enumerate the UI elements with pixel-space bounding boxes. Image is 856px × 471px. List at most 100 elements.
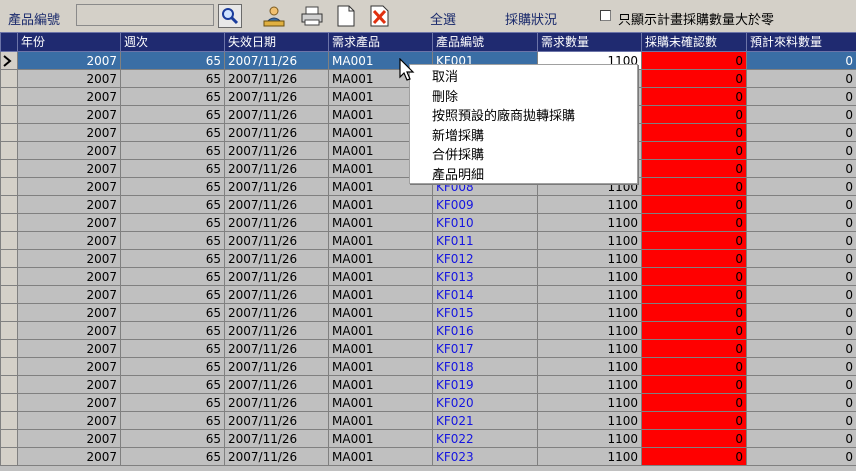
cell-incoming-qty[interactable]: 0 [746,285,856,304]
cell-year[interactable]: 2007 [17,411,121,430]
cell-week[interactable]: 65 [120,303,225,322]
row-indicator[interactable] [0,87,18,106]
row-indicator[interactable] [0,267,18,286]
cell-expiry-date[interactable]: 2007/11/26 [224,51,329,70]
cell-incoming-qty[interactable]: 0 [746,123,856,142]
cell-demand-product[interactable]: MA001 [328,429,433,448]
purchase-status-button[interactable]: 採購狀況 [505,9,557,28]
column-header-unconfirmed-qty[interactable]: 採購未確認數 [641,32,747,52]
cell-product-code[interactable]: KF013 [432,267,538,286]
cell-demand-product[interactable]: MA001 [328,339,433,358]
table-row[interactable]: 2007 65 2007/11/26 MA001 KF012 1100 0 0 [0,249,856,268]
cell-demand-product[interactable]: MA001 [328,267,433,286]
cell-year[interactable]: 2007 [17,141,121,160]
table-row[interactable]: 2007 65 2007/11/26 MA001 KF023 1100 0 0 [0,447,856,466]
cell-year[interactable]: 2007 [17,375,121,394]
cell-demand-qty[interactable]: 1100 [537,195,642,214]
cell-incoming-qty[interactable]: 0 [746,411,856,430]
cell-incoming-qty[interactable]: 0 [746,375,856,394]
cell-year[interactable]: 2007 [17,123,121,142]
cell-year[interactable]: 2007 [17,105,121,124]
table-row[interactable]: 2007 65 2007/11/26 MA001 KF016 1100 0 0 [0,321,856,340]
cell-expiry-date[interactable]: 2007/11/26 [224,429,329,448]
cell-week[interactable]: 65 [120,177,225,196]
cell-product-code[interactable]: KF018 [432,357,538,376]
cell-incoming-qty[interactable]: 0 [746,339,856,358]
row-indicator[interactable] [0,123,18,142]
table-row[interactable]: 2007 65 2007/11/26 MA001 KF022 1100 0 0 [0,429,856,448]
context-menu-item-product-detail[interactable]: 產品明細 [410,166,637,186]
cell-week[interactable]: 65 [120,357,225,376]
cell-expiry-date[interactable]: 2007/11/26 [224,213,329,232]
cell-demand-qty[interactable]: 1100 [537,267,642,286]
context-menu-item-new-purchase[interactable]: 新增採購 [410,127,637,147]
cell-year[interactable]: 2007 [17,393,121,412]
cell-expiry-date[interactable]: 2007/11/26 [224,375,329,394]
cell-unconfirmed-qty[interactable]: 0 [641,141,747,160]
cell-unconfirmed-qty[interactable]: 0 [641,87,747,106]
cell-product-code[interactable]: KF019 [432,375,538,394]
cell-year[interactable]: 2007 [17,177,121,196]
cell-week[interactable]: 65 [120,285,225,304]
cell-unconfirmed-qty[interactable]: 0 [641,195,747,214]
cell-unconfirmed-qty[interactable]: 0 [641,429,747,448]
cell-year[interactable]: 2007 [17,321,121,340]
cell-demand-qty[interactable]: 1100 [537,393,642,412]
cell-expiry-date[interactable]: 2007/11/26 [224,411,329,430]
cell-incoming-qty[interactable]: 0 [746,195,856,214]
cell-unconfirmed-qty[interactable]: 0 [641,105,747,124]
row-indicator[interactable] [0,141,18,160]
cell-unconfirmed-qty[interactable]: 0 [641,231,747,250]
cell-product-code[interactable]: KF017 [432,339,538,358]
cell-week[interactable]: 65 [120,141,225,160]
cell-week[interactable]: 65 [120,195,225,214]
cell-incoming-qty[interactable]: 0 [746,141,856,160]
delete-button[interactable] [367,4,391,28]
cell-year[interactable]: 2007 [17,303,121,322]
add-user-button[interactable] [262,4,286,28]
cell-week[interactable]: 65 [120,87,225,106]
cell-incoming-qty[interactable]: 0 [746,105,856,124]
cell-week[interactable]: 65 [120,411,225,430]
cell-demand-qty[interactable]: 1100 [537,231,642,250]
cell-week[interactable]: 65 [120,447,225,466]
cell-year[interactable]: 2007 [17,159,121,178]
cell-demand-qty[interactable]: 1100 [537,411,642,430]
cell-demand-qty[interactable]: 1100 [537,375,642,394]
cell-unconfirmed-qty[interactable]: 0 [641,303,747,322]
print-button[interactable] [300,4,324,28]
table-row[interactable]: 2007 65 2007/11/26 MA001 KF009 1100 0 0 [0,195,856,214]
table-row[interactable]: 2007 65 2007/11/26 MA001 KF021 1100 0 0 [0,411,856,430]
table-row[interactable]: 2007 65 2007/11/26 MA001 KF013 1100 0 0 [0,267,856,286]
context-menu-item-delete[interactable]: 刪除 [410,88,637,108]
row-indicator[interactable] [0,51,18,70]
column-header-expiry-date[interactable]: 失效日期 [224,32,329,52]
cell-unconfirmed-qty[interactable]: 0 [641,375,747,394]
cell-year[interactable]: 2007 [17,285,121,304]
row-indicator[interactable] [0,321,18,340]
table-row[interactable]: 2007 65 2007/11/26 MA001 KF017 1100 0 0 [0,339,856,358]
cell-expiry-date[interactable]: 2007/11/26 [224,321,329,340]
cell-unconfirmed-qty[interactable]: 0 [641,285,747,304]
row-indicator[interactable] [0,393,18,412]
cell-expiry-date[interactable]: 2007/11/26 [224,285,329,304]
table-row[interactable]: 2007 65 2007/11/26 MA001 KF014 1100 0 0 [0,285,856,304]
cell-expiry-date[interactable]: 2007/11/26 [224,249,329,268]
cell-week[interactable]: 65 [120,375,225,394]
cell-incoming-qty[interactable]: 0 [746,51,856,70]
cell-incoming-qty[interactable]: 0 [746,213,856,232]
filter-checkbox[interactable] [600,10,611,21]
cell-demand-qty[interactable]: 1100 [537,249,642,268]
row-indicator[interactable] [0,447,18,466]
cell-demand-qty[interactable]: 1100 [537,447,642,466]
row-indicator[interactable] [0,357,18,376]
cell-expiry-date[interactable]: 2007/11/26 [224,159,329,178]
cell-unconfirmed-qty[interactable]: 0 [641,177,747,196]
cell-year[interactable]: 2007 [17,213,121,232]
cell-week[interactable]: 65 [120,51,225,70]
cell-demand-product[interactable]: MA001 [328,357,433,376]
cell-year[interactable]: 2007 [17,249,121,268]
row-indicator[interactable] [0,69,18,88]
select-all-button[interactable]: 全選 [430,9,456,28]
cell-year[interactable]: 2007 [17,195,121,214]
